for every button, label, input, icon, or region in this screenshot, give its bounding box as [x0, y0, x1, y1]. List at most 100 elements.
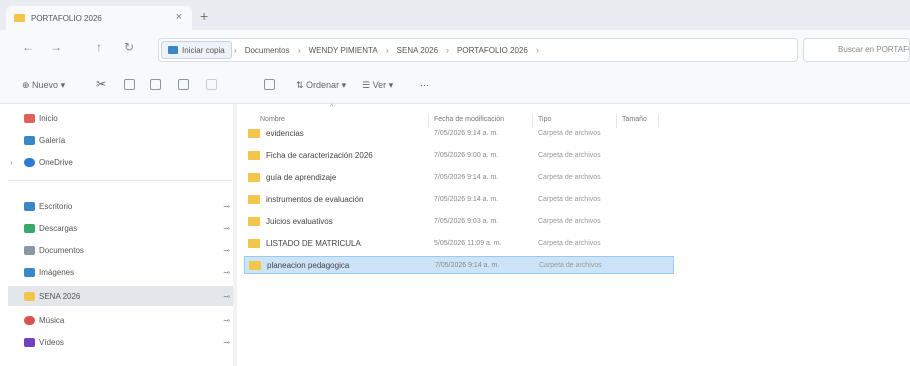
sidebar-item-label: Vídeos — [39, 337, 64, 347]
share-icon[interactable] — [206, 79, 217, 90]
breadcrumb-item[interactable]: PORTAFOLIO 2026 — [451, 46, 534, 55]
table-row[interactable]: LISTADO DE MATRICULA 5/05/2026 11:09 a. … — [244, 234, 674, 252]
back-button[interactable]: ← — [22, 40, 34, 54]
sidebar-item-escritorio[interactable]: Escritorio ⊸ — [8, 196, 236, 216]
file-date: 7/05/2026 9:14 a. m. — [435, 261, 500, 269]
breadcrumb-separator: › — [535, 45, 539, 55]
breadcrumb-home[interactable]: Iniciar copia — [161, 41, 232, 59]
folder-icon — [248, 172, 260, 182]
address-row: ← → ↑ ↻ Iniciar copia › Documentos › WEN… — [0, 30, 910, 70]
table-row-selected[interactable]: planeacion pedagogica 7/05/2026 9:14 a. … — [244, 256, 674, 274]
folder-icon — [248, 238, 260, 248]
folder-icon — [248, 216, 260, 226]
breadcrumb[interactable]: Iniciar copia › Documentos › WENDY PIMIE… — [158, 38, 798, 62]
rename-icon[interactable] — [178, 79, 189, 90]
pin-icon[interactable]: ⊸ — [223, 246, 230, 255]
file-name: Juicios evaluativos — [266, 216, 333, 226]
breadcrumb-separator: › — [385, 45, 389, 55]
column-header-name[interactable]: Nombre — [260, 116, 285, 123]
folder-icon — [248, 194, 260, 204]
sort-button[interactable]: ⇅ Ordenar ▾ — [296, 80, 346, 91]
sidebar-item-label: Galería — [39, 135, 66, 145]
breadcrumb-item: Iniciar copia — [182, 45, 225, 55]
tab-title: PORTAFOLIO 2026 — [31, 13, 102, 23]
pin-icon[interactable]: ⊸ — [223, 338, 230, 347]
sidebar-item-label: Escritorio — [39, 201, 73, 211]
sidebar-item-videos[interactable]: Vídeos ⊸ — [8, 332, 236, 352]
file-date: 7/05/2026 9:03 a. m. — [434, 217, 499, 225]
paste-icon[interactable] — [150, 79, 161, 90]
file-date: 7/05/2026 9:00 a. m. — [434, 151, 499, 159]
table-row[interactable]: Juicios evaluativos 7/05/2026 9:03 a. m.… — [244, 212, 674, 230]
sidebar-item-label: Inicio — [39, 113, 58, 123]
refresh-button[interactable]: ↻ — [124, 40, 134, 54]
breadcrumb-separator: › — [297, 45, 301, 55]
pin-icon[interactable]: ⊸ — [223, 292, 230, 301]
file-type: Carpeta de archivos — [539, 261, 602, 269]
sidebar-item-inicio[interactable]: Inicio — [8, 108, 236, 128]
folder-icon — [24, 291, 35, 301]
folder-icon — [248, 150, 260, 160]
home-icon — [168, 46, 178, 54]
sidebar-item-musica[interactable]: Música ⊸ — [8, 310, 236, 330]
close-tab-icon[interactable]: × — [176, 11, 182, 23]
pin-icon[interactable]: ⊸ — [223, 224, 230, 233]
forward-button[interactable]: → — [50, 40, 62, 54]
cut-icon[interactable]: ✂ — [96, 77, 106, 91]
sidebar-item-label: SENA 2026 — [39, 291, 81, 301]
view-button-label: Ver — [372, 80, 387, 90]
delete-icon[interactable] — [264, 79, 275, 90]
folder-icon — [14, 14, 25, 22]
table-row[interactable]: Ficha de caracterización 2026 7/05/2026 … — [244, 146, 674, 164]
breadcrumb-separator: › — [446, 45, 450, 55]
new-button[interactable]: ⊕ Nuevo ▾ — [22, 80, 65, 91]
table-row[interactable]: instrumentos de evaluación 7/05/2026 9:1… — [244, 190, 674, 208]
sidebar-item-imagenes[interactable]: Imágenes ⊸ — [8, 262, 236, 282]
file-date: 7/05/2026 9:14 a. m. — [434, 195, 499, 203]
title-bar: PORTAFOLIO 2026 × + — [0, 0, 910, 30]
pin-icon[interactable]: ⊸ — [223, 268, 230, 277]
home-icon — [24, 113, 35, 123]
file-type: Carpeta de archivos — [538, 151, 601, 159]
sidebar-item-descargas[interactable]: Descargas ⊸ — [8, 218, 236, 238]
file-date: 7/05/2026 9:14 a. m. — [434, 129, 499, 137]
search-input[interactable]: Buscar en PORTAFOLIO 2026 — [803, 38, 910, 62]
sidebar-item-onedrive[interactable]: › OneDrive — [8, 152, 236, 172]
view-button[interactable]: ☰ Ver ▾ — [362, 80, 393, 91]
file-name: evidencias — [266, 128, 304, 138]
file-date: 7/05/2026 9:14 a. m. — [434, 173, 499, 181]
table-row[interactable]: guía de aprendizaje 7/05/2026 9:14 a. m.… — [244, 168, 674, 186]
file-type: Carpeta de archivos — [538, 173, 601, 181]
sidebar-item-label: Imágenes — [39, 267, 75, 277]
breadcrumb-item[interactable]: WENDY PIMIENTA — [303, 46, 384, 55]
download-icon — [24, 223, 35, 233]
breadcrumb-item[interactable]: Documentos — [239, 46, 296, 55]
file-name: instrumentos de evaluación — [266, 194, 364, 204]
chevron-right-icon[interactable]: › — [10, 158, 13, 167]
file-name: guía de aprendizaje — [266, 172, 337, 182]
sidebar-item-galeria[interactable]: Galería — [8, 130, 236, 150]
more-options-button[interactable]: ··· — [420, 80, 429, 90]
file-date: 5/05/2026 11:09 a. m. — [434, 239, 502, 247]
up-button[interactable]: ↑ — [96, 40, 102, 54]
tab-portafolio[interactable]: PORTAFOLIO 2026 × — [6, 6, 192, 30]
pin-icon[interactable]: ⊸ — [223, 202, 230, 211]
breadcrumb-item[interactable]: SENA 2026 — [391, 46, 444, 55]
sidebar-scrollbar[interactable] — [233, 104, 237, 366]
column-header-type[interactable]: Tipo — [538, 116, 551, 123]
desktop-icon — [24, 201, 35, 211]
sort-button-label: Ordenar — [306, 80, 340, 90]
sidebar-item-label: OneDrive — [39, 157, 73, 167]
new-tab-button[interactable]: + — [200, 8, 208, 24]
table-row[interactable]: evidencias 7/05/2026 9:14 a. m. Carpeta … — [244, 124, 674, 142]
copy-icon[interactable] — [124, 79, 135, 90]
column-header-date[interactable]: Fecha de modificación — [434, 116, 504, 123]
sidebar-item-sena-2026[interactable]: SENA 2026 ⊸ — [8, 286, 236, 306]
pin-icon[interactable]: ⊸ — [223, 316, 230, 325]
column-header-size[interactable]: Tamaño — [622, 116, 647, 123]
file-name: planeacion pedagogica — [267, 260, 350, 270]
sidebar-divider — [8, 180, 232, 181]
gallery-icon — [24, 135, 35, 145]
sidebar-item-documentos[interactable]: Documentos ⊸ — [8, 240, 236, 260]
document-icon — [24, 245, 35, 255]
